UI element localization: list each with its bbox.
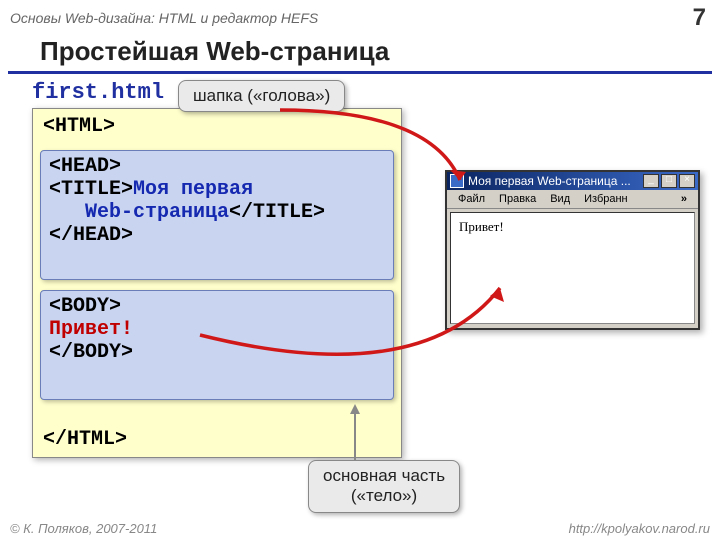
close-button[interactable]: × xyxy=(679,174,695,188)
page-title: Простейшая Web-страница xyxy=(8,34,712,74)
code-open-head: <HEAD> xyxy=(49,155,385,178)
copyright: © К. Поляков, 2007-2011 xyxy=(10,521,157,536)
browser-content: Привет! xyxy=(450,212,695,324)
browser-title-text: Моя первая Web-страница ... xyxy=(468,174,643,188)
footer: © К. Поляков, 2007-2011 http://kpolyakov… xyxy=(10,521,710,536)
header-bar: Основы Web-дизайна: HTML и редактор HEFS… xyxy=(0,0,720,34)
code-title-line2: Web-страница</TITLE> xyxy=(49,201,385,224)
browser-window: Моя первая Web-страница ... _ □ × Файл П… xyxy=(445,170,700,330)
minimize-button[interactable]: _ xyxy=(643,174,659,188)
menu-file[interactable]: Файл xyxy=(451,192,492,206)
browser-app-icon xyxy=(450,174,464,188)
menu-more-icon[interactable]: » xyxy=(674,192,694,206)
code-close-html: </HTML> xyxy=(33,422,137,451)
footer-url: http://kpolyakov.narod.ru xyxy=(569,521,710,536)
breadcrumb: Основы Web-дизайна: HTML и редактор HEFS xyxy=(10,10,318,26)
menu-view[interactable]: Вид xyxy=(543,192,577,206)
code-head-box: <HEAD> <TITLE>Моя первая Web-страница</T… xyxy=(40,150,394,280)
code-close-head: </HEAD> xyxy=(49,224,385,247)
window-buttons: _ □ × xyxy=(643,174,695,188)
page-number: 7 xyxy=(693,4,706,32)
code-body-box: <BODY> Привет! </BODY> xyxy=(40,290,394,400)
browser-titlebar: Моя первая Web-страница ... _ □ × xyxy=(447,172,698,190)
code-title-line1: <TITLE>Моя первая xyxy=(49,178,385,201)
menu-edit[interactable]: Правка xyxy=(492,192,543,206)
code-open-html: <HTML> xyxy=(33,109,401,138)
browser-menubar: Файл Правка Вид Избранн » xyxy=(447,190,698,209)
code-close-body: </BODY> xyxy=(49,341,385,364)
callout-body: основная часть («тело») xyxy=(308,460,460,513)
filename-label: first.html xyxy=(0,74,720,107)
code-body-text: Привет! xyxy=(49,318,385,341)
menu-fav[interactable]: Избранн xyxy=(577,192,635,206)
callout-head: шапка («голова») xyxy=(178,80,345,112)
code-open-body: <BODY> xyxy=(49,295,385,318)
maximize-button[interactable]: □ xyxy=(661,174,677,188)
